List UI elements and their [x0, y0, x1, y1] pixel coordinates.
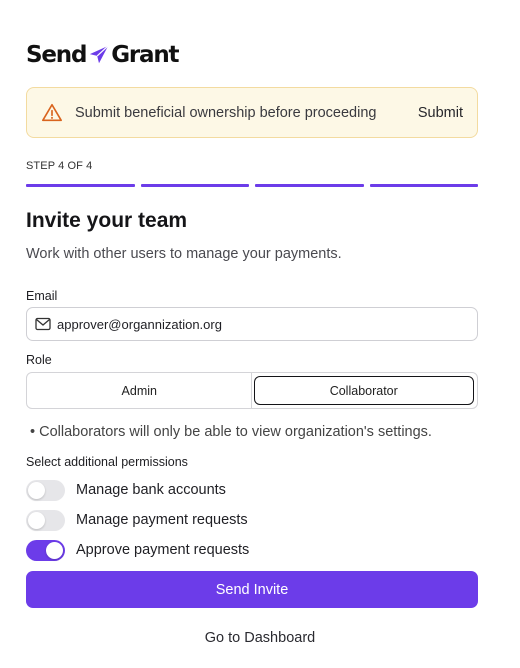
permissions-label: Select additional permissions — [26, 455, 188, 469]
alert-submit-link[interactable]: Submit — [418, 105, 463, 121]
toggle-knob — [28, 511, 45, 529]
step-indicator: STEP 4 OF 4 — [26, 160, 93, 172]
permission-manage-bank-accounts[interactable]: Manage bank accounts — [26, 479, 226, 501]
email-value: approver@organnization.org — [57, 316, 222, 332]
toggle-switch[interactable] — [26, 479, 65, 501]
logo-text-grant: Grant — [111, 42, 179, 68]
mail-icon — [35, 317, 51, 331]
logo-text-send: Send — [26, 42, 87, 68]
permission-label: Manage bank accounts — [76, 482, 226, 498]
role-option-admin[interactable]: Admin — [30, 376, 249, 405]
progress-segment-3 — [255, 184, 364, 187]
progress-segment-4 — [369, 184, 478, 187]
role-label: Role — [26, 353, 52, 367]
toggle-knob — [46, 541, 63, 559]
role-divider — [250, 373, 252, 408]
step-progress — [26, 184, 478, 187]
send-invite-button[interactable]: Send Invite — [26, 571, 478, 608]
email-field[interactable]: approver@organnization.org — [26, 307, 478, 341]
permission-label: Manage payment requests — [76, 512, 248, 528]
go-to-dashboard-link[interactable]: Go to Dashboard — [0, 630, 520, 646]
warning-icon — [42, 103, 62, 121]
role-note: • Collaborators will only be able to vie… — [30, 424, 432, 440]
page-title: Invite your team — [26, 209, 188, 232]
role-selector: Admin Collaborator — [26, 372, 478, 409]
ownership-alert: Submit beneficial ownership before proce… — [26, 87, 478, 138]
permission-manage-payment-requests[interactable]: Manage payment requests — [26, 509, 248, 531]
permission-approve-payment-requests[interactable]: Approve payment requests — [26, 539, 249, 561]
progress-segment-2 — [140, 184, 249, 187]
permission-label: Approve payment requests — [76, 542, 250, 558]
alert-message: Submit beneficial ownership before proce… — [75, 104, 377, 121]
toggle-knob — [28, 481, 45, 499]
role-option-collaborator[interactable]: Collaborator — [253, 376, 474, 405]
email-label: Email — [26, 289, 58, 303]
paper-plane-icon — [90, 45, 109, 64]
progress-segment-1 — [26, 184, 135, 187]
page-subtitle: Work with other users to manage your pay… — [26, 246, 342, 262]
toggle-switch[interactable] — [26, 539, 65, 561]
toggle-switch[interactable] — [26, 509, 65, 531]
sendgrant-logo: Send Grant — [26, 40, 180, 70]
